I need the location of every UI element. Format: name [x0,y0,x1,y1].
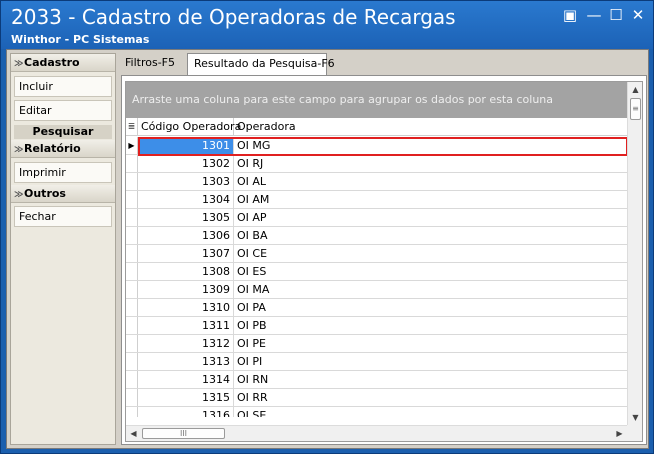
cell-codigo[interactable]: 1315 [138,389,234,406]
fechar-button[interactable]: Fechar [14,206,112,227]
grid-rows: ▶ 1301 OI MG 1302 OI RJ 1303 OI AL 1304 OI … [126,137,627,417]
group-relatorio[interactable]: ≫Relatório [11,140,115,158]
cell-operadora[interactable]: OI PE [234,335,627,352]
row-indicator-icon: ▶ [126,137,138,154]
table-row[interactable]: 1309 OI MA [126,281,627,299]
cell-codigo[interactable]: 1313 [138,353,234,370]
cell-operadora[interactable]: OI PB [234,317,627,334]
cell-codigo[interactable]: 1301 [138,137,234,154]
cell-operadora[interactable]: OI RJ [234,155,627,172]
cell-operadora[interactable]: OI BA [234,227,627,244]
cell-operadora[interactable]: OI SE [234,407,627,417]
cell-codigo[interactable]: 1311 [138,317,234,334]
group-cadastro[interactable]: ≫Cadastro [11,54,115,72]
vertical-scrollbar[interactable]: ▲ ≡ ▼ [627,82,642,425]
cell-operadora[interactable]: OI RN [234,371,627,388]
group-outros[interactable]: ≫Outros [11,185,115,203]
cell-codigo[interactable]: 1303 [138,173,234,190]
cell-codigo[interactable]: 1304 [138,191,234,208]
app-window: 2033 - Cadastro de Operadoras de Recarga… [0,0,654,454]
table-row[interactable]: 1304 OI AM [126,191,627,209]
tab-resultado[interactable]: Resultado da Pesquisa-F6 [187,53,335,75]
title-bar[interactable]: 2033 - Cadastro de Operadoras de Recarga… [1,1,653,49]
editar-button[interactable]: Editar [14,100,112,121]
scroll-corner [627,425,642,441]
cell-codigo[interactable]: 1305 [138,209,234,226]
scroll-right-icon[interactable]: ▶ [612,426,627,441]
table-row[interactable]: 1316 OI SE [126,407,627,417]
table-row[interactable]: 1311 OI PB [126,317,627,335]
window-subtitle: Winthor - PC Sistemas [11,33,150,46]
cell-operadora[interactable]: OI AL [234,173,627,190]
cell-codigo[interactable]: 1308 [138,263,234,280]
table-row[interactable]: 1308 OI ES [126,263,627,281]
column-header-codigo[interactable]: Código Operadora [138,118,241,136]
table-row[interactable]: 1313 OI PI [126,353,627,371]
results-panel: Arraste uma coluna para este campo para … [121,75,647,445]
group-by-area[interactable]: Arraste uma coluna para este campo para … [126,82,627,118]
table-row[interactable]: 1302 OI RJ [126,155,627,173]
cell-codigo[interactable]: 1314 [138,371,234,388]
cell-codigo[interactable]: 1307 [138,245,234,262]
cell-operadora[interactable]: OI RR [234,389,627,406]
table-row[interactable]: 1315 OI RR [126,389,627,407]
group-outros-label: Outros [24,187,66,200]
window-title: 2033 - Cadastro de Operadoras de Recarga… [11,5,456,29]
cell-codigo[interactable]: 1316 [138,407,234,417]
group-relatorio-label: Relatório [24,142,81,155]
results-grid: Arraste uma coluna para este campo para … [125,81,643,442]
cell-codigo[interactable]: 1310 [138,299,234,316]
table-row[interactable]: ▶ 1301 OI MG [126,137,627,155]
cell-operadora[interactable]: OI AM [234,191,627,208]
cell-operadora[interactable]: OI MG [234,137,627,154]
cell-codigo[interactable]: 1306 [138,227,234,244]
group-cadastro-label: Cadastro [24,56,80,69]
chevron-icon: ≫ [14,145,24,155]
table-row[interactable]: 1306 OI BA [126,227,627,245]
table-row[interactable]: 1310 OI PA [126,299,627,317]
cell-operadora[interactable]: OI PI [234,353,627,370]
pesquisar-button[interactable]: Pesquisar [14,125,112,139]
cell-operadora[interactable]: OI AP [234,209,627,226]
table-row[interactable]: 1314 OI RN [126,371,627,389]
table-row[interactable]: 1312 OI PE [126,335,627,353]
table-row[interactable]: 1303 OI AL [126,173,627,191]
scroll-down-icon[interactable]: ▼ [628,410,642,425]
restore-icon[interactable]: ▣ [561,7,579,23]
cell-operadora[interactable]: OI MA [234,281,627,298]
table-row[interactable]: 1305 OI AP [126,209,627,227]
horizontal-scrollbar[interactable]: ◀ III ▶ [126,425,627,441]
scroll-left-icon[interactable]: ◀ [126,426,141,441]
cell-codigo[interactable]: 1312 [138,335,234,352]
maximize-button[interactable]: ☐ [607,7,625,23]
client-area: ≫Cadastro Incluir Editar Pesquisar ≫Rela… [6,49,649,449]
table-row[interactable]: 1307 OI CE [126,245,627,263]
cell-operadora[interactable]: OI CE [234,245,627,262]
tab-filtros[interactable]: Filtros-F5 [119,53,179,75]
cell-operadora[interactable]: OI PA [234,299,627,316]
horizontal-scroll-thumb[interactable]: III [142,428,225,439]
column-chooser-icon[interactable]: ≣ [126,118,138,136]
imprimir-button[interactable]: Imprimir [14,162,112,183]
scroll-up-icon[interactable]: ▲ [628,82,642,97]
cell-operadora[interactable]: OI ES [234,263,627,280]
vertical-scroll-thumb[interactable]: ≡ [630,98,641,120]
chevron-icon: ≫ [14,190,24,200]
close-button[interactable]: ✕ [629,7,647,23]
column-header-operadora[interactable]: Operadora [234,118,627,136]
minimize-button[interactable]: — [585,7,603,23]
sidebar: ≫Cadastro Incluir Editar Pesquisar ≫Rela… [10,53,116,445]
cell-codigo[interactable]: 1302 [138,155,234,172]
tab-strip: Filtros-F5 Resultado da Pesquisa-F6 [119,53,647,75]
chevron-icon: ≫ [14,59,24,69]
incluir-button[interactable]: Incluir [14,76,112,97]
cell-codigo[interactable]: 1309 [138,281,234,298]
grid-header: ≣ Código Operadora Operadora [126,118,627,136]
